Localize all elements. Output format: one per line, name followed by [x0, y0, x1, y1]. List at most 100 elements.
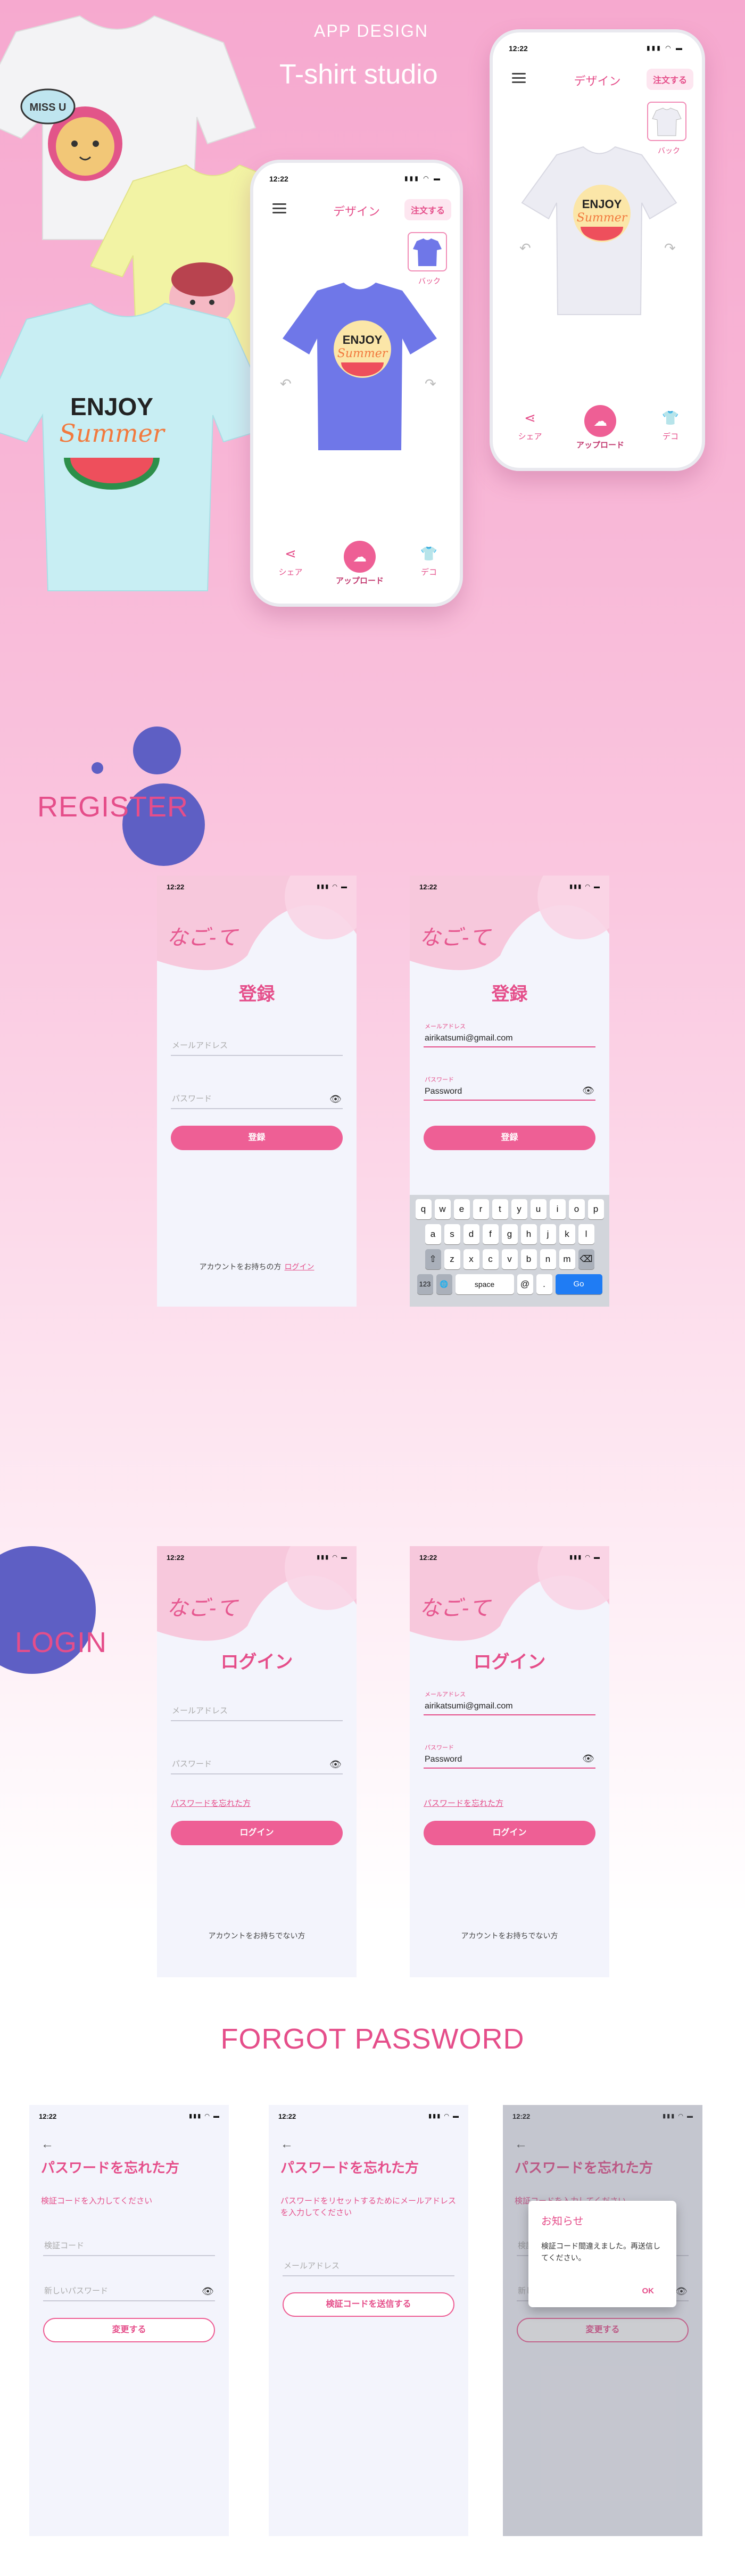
verification-code-field[interactable]: 検証コード — [43, 2233, 215, 2256]
key-a[interactable]: a — [425, 1224, 441, 1244]
go-key[interactable]: Go — [555, 1274, 602, 1294]
key-n[interactable]: n — [540, 1249, 556, 1269]
deco-button[interactable]: 👕 デコ — [644, 405, 697, 442]
blue-shirt-preview: ENJOY Summer — [283, 283, 437, 450]
share-button[interactable]: ⋖ シェア — [503, 405, 557, 442]
key-e[interactable]: e — [453, 1199, 470, 1219]
email-field[interactable]: メールアドレス airikatsumi@gmail.com — [424, 1690, 595, 1715]
email-field[interactable]: メールアドレス — [171, 1033, 343, 1056]
login-button[interactable]: ログイン — [424, 1821, 595, 1845]
key-v[interactable]: v — [501, 1249, 518, 1269]
password-field[interactable]: パスワード 👁 — [171, 1751, 343, 1774]
key-l[interactable]: l — [578, 1224, 594, 1244]
key-o[interactable]: o — [568, 1199, 585, 1219]
new-password-field[interactable]: 新しいパスワード👁 — [43, 2278, 215, 2301]
key-m[interactable]: m — [559, 1249, 575, 1269]
login-link[interactable]: ログイン — [285, 1262, 314, 1271]
dot-key[interactable]: . — [536, 1274, 552, 1294]
numbers-key[interactable]: 123 — [417, 1274, 433, 1294]
key-q[interactable]: q — [415, 1199, 432, 1219]
forgot-screen-code: 12:22 ▮▮▮ ◠ ▬ ← パスワードを忘れた方 検証コードを入力してくださ… — [29, 2105, 229, 2536]
status-icons: ▮▮▮ ◠ ▬ — [189, 2113, 220, 2119]
status-icons: ▮▮▮ ◠ ▬ — [569, 884, 601, 890]
decor-circle — [133, 726, 181, 774]
key-r[interactable]: r — [473, 1199, 489, 1219]
status-icons: ▮▮▮ ◠ ▬ — [647, 44, 684, 52]
space-key[interactable]: space — [455, 1274, 514, 1294]
forgot-password-link[interactable]: パスワードを忘れた方 — [424, 1797, 503, 1809]
key-p[interactable]: p — [587, 1199, 604, 1219]
key-d[interactable]: d — [463, 1224, 479, 1244]
status-time: 12:22 — [419, 1554, 437, 1562]
share-button[interactable]: ⋖ シェア — [264, 541, 317, 577]
key-x[interactable]: x — [463, 1249, 479, 1269]
email-field[interactable]: メールアドレス airikatsumi@gmail.com — [424, 1022, 595, 1047]
key-h[interactable]: h — [520, 1224, 537, 1244]
key-w[interactable]: w — [434, 1199, 451, 1219]
svg-text:Summer: Summer — [577, 211, 628, 225]
signup-prompt[interactable]: アカウントをお持ちでない方 — [410, 1930, 609, 1941]
key-s[interactable]: s — [444, 1224, 460, 1244]
back-arrow-icon[interactable]: ← — [280, 2137, 293, 2152]
key-f[interactable]: f — [482, 1224, 499, 1244]
key-u[interactable]: u — [530, 1199, 547, 1219]
shift-key[interactable]: ⇧ — [425, 1249, 441, 1269]
key-b[interactable]: b — [520, 1249, 537, 1269]
deco-button[interactable]: 👕 デコ — [402, 541, 456, 577]
status-time: 12:22 — [278, 2112, 296, 2120]
summer-text: Summer — [59, 419, 166, 448]
dialog-title: お知らせ — [541, 2216, 584, 2227]
status-time: 12:22 — [419, 883, 437, 891]
key-i[interactable]: i — [549, 1199, 566, 1219]
upload-cloud-icon: ☁ — [584, 405, 616, 437]
back-view-thumbnail[interactable] — [647, 102, 686, 141]
app-logo: なご-て — [167, 1596, 238, 1621]
register-button[interactable]: 登録 — [171, 1126, 343, 1150]
eye-icon: 👁 — [582, 1085, 594, 1096]
delete-key[interactable]: ⌫ — [578, 1249, 594, 1269]
password-field[interactable]: パスワード 👁 — [171, 1086, 343, 1109]
key-t[interactable]: t — [492, 1199, 508, 1219]
globe-icon[interactable]: 🌐 — [436, 1274, 452, 1294]
app-logo: なご-て — [419, 926, 491, 950]
eye-icon: 👁 — [582, 1753, 594, 1764]
eye-icon: 👁 — [329, 1094, 342, 1104]
white-shirt-preview: ENJOY Summer — [521, 146, 677, 315]
key-g[interactable]: g — [501, 1224, 518, 1244]
phone-design-blue: 12:22 ▮▮▮ ◠ ▬ デザイン 注文する バック ↶ ↷ ENJOY Su… — [250, 160, 463, 607]
upload-button[interactable]: ☁ アップロード — [333, 541, 386, 586]
dialog-ok-button[interactable]: OK — [642, 2286, 655, 2296]
error-dialog: お知らせ 検証コード間違えました。再送信してください。 OK — [528, 2201, 676, 2307]
upload-button[interactable]: ☁ アップロード — [574, 405, 627, 450]
email-field[interactable]: メールアドレス — [283, 2253, 454, 2276]
forgot-password-link[interactable]: パスワードを忘れた方 — [171, 1797, 251, 1809]
order-button[interactable]: 注文する — [646, 69, 693, 90]
register-section-title: REGISTER — [37, 791, 189, 823]
back-arrow-icon[interactable]: ← — [41, 2137, 54, 2152]
status-icons: ▮▮▮ ◠ ▬ — [428, 2113, 460, 2119]
email-field[interactable]: メールアドレス — [171, 1698, 343, 1721]
login-button[interactable]: ログイン — [171, 1821, 343, 1845]
forgot-section-title: FORGOT PASSWORD — [220, 2023, 525, 2055]
key-j[interactable]: j — [540, 1224, 556, 1244]
password-field[interactable]: パスワード Password 👁 — [424, 1075, 595, 1101]
register-screen-filled: 12:22 ▮▮▮ ◠ ▬ なご-て 登録 メールアドレス airikatsumi… — [410, 876, 609, 1307]
key-z[interactable]: z — [444, 1249, 460, 1269]
key-y[interactable]: y — [511, 1199, 527, 1219]
eye-icon: 👁 — [202, 2286, 214, 2297]
status-time: 12:22 — [167, 1554, 185, 1562]
signup-prompt[interactable]: アカウントをお持ちでない方 — [157, 1930, 357, 1941]
register-button[interactable]: 登録 — [424, 1126, 595, 1150]
at-key[interactable]: @ — [517, 1274, 533, 1294]
key-k[interactable]: k — [559, 1224, 575, 1244]
forgot-description: パスワードをリセットするためにメールアドレスを入力してください — [280, 2197, 457, 2217]
login-heading: ログイン — [473, 1652, 546, 1672]
password-field[interactable]: パスワード Password 👁 — [424, 1743, 595, 1769]
register-heading: 登録 — [238, 984, 275, 1004]
forgot-heading: パスワードを忘れた方 — [280, 2160, 419, 2176]
send-code-button[interactable]: 検証コードを送信する — [283, 2292, 454, 2317]
key-c[interactable]: c — [482, 1249, 499, 1269]
back-view-thumbnail[interactable] — [408, 232, 447, 271]
order-button[interactable]: 注文する — [404, 199, 451, 220]
change-button[interactable]: 変更する — [43, 2318, 215, 2342]
